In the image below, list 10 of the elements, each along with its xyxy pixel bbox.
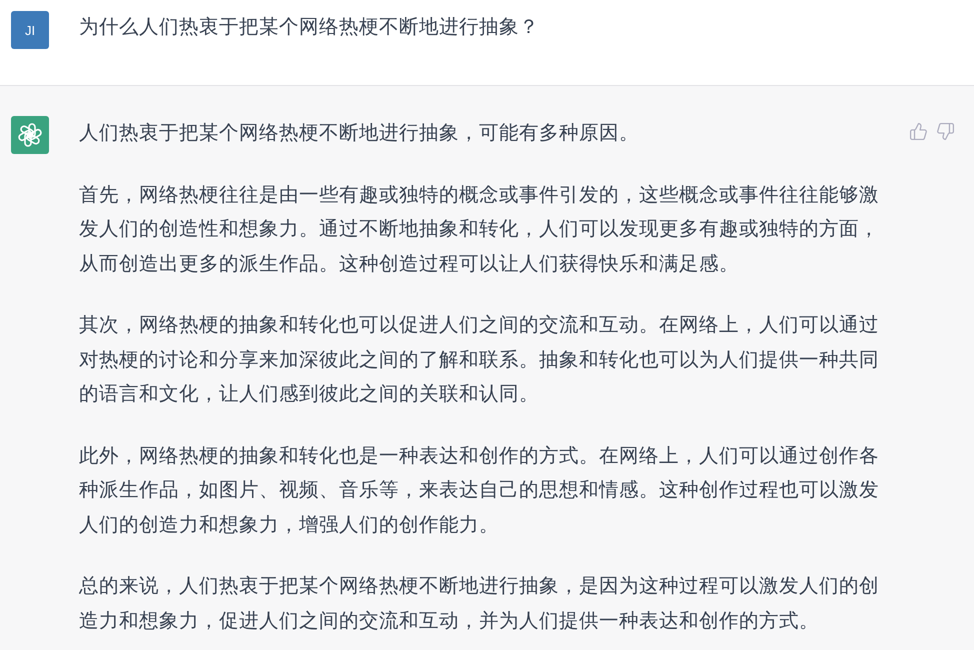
- answer-paragraph: 首先，网络热梗往往是由一些有趣或独特的概念或事件引发的，这些概念或事件往往能够激发人们的创造性和想象力。通过不断地抽象和转化，人们可以发现更多有趣或独特的方面，从而创造出更多的派生作品。这种创造过程可以让人们获得快乐和满足感。: [79, 182, 880, 276]
- user-avatar: JI: [11, 11, 49, 49]
- question-text: 为什么人们热衷于把某个网络热梗不断地进行抽象？: [79, 14, 540, 40]
- knot-icon: [17, 122, 43, 148]
- answer-paragraph: 其次，网络热梗的抽象和转化也可以促进人们之间的交流和互动。在网络上，人们可以通过对热梗的讨论和分享来加深彼此之间的了解和联系。抽象和转化也可以为人们提供一种共同的语言和文化，让人们感到彼此之间的关联和认同。: [79, 312, 880, 407]
- answer-paragraph: 总的来说，人们热衷于把某个网络热梗不断地进行抽象，是因为这种过程可以激发人们的创造力和想象力，促进人们之间的交流和互动，并为人们提供一种表达和创作的方式。: [79, 573, 880, 634]
- thumbs-down-button[interactable]: [936, 122, 955, 142]
- answer-paragraph: 人们热衷于把某个网络热梗不断地进行抽象，可能有多种原因。: [79, 120, 640, 146]
- thumbs-up-button[interactable]: [909, 122, 928, 142]
- answer-paragraph: 此外，网络热梗的抽象和转化也是一种表达和创作的方式。在网络上，人们可以通过创作各种派生作品，如图片、视频、音乐等，来表达自己的思想和情感。这种创作过程也可以激发人们的创造力和想象力，增强人们的创作能力。: [79, 442, 880, 538]
